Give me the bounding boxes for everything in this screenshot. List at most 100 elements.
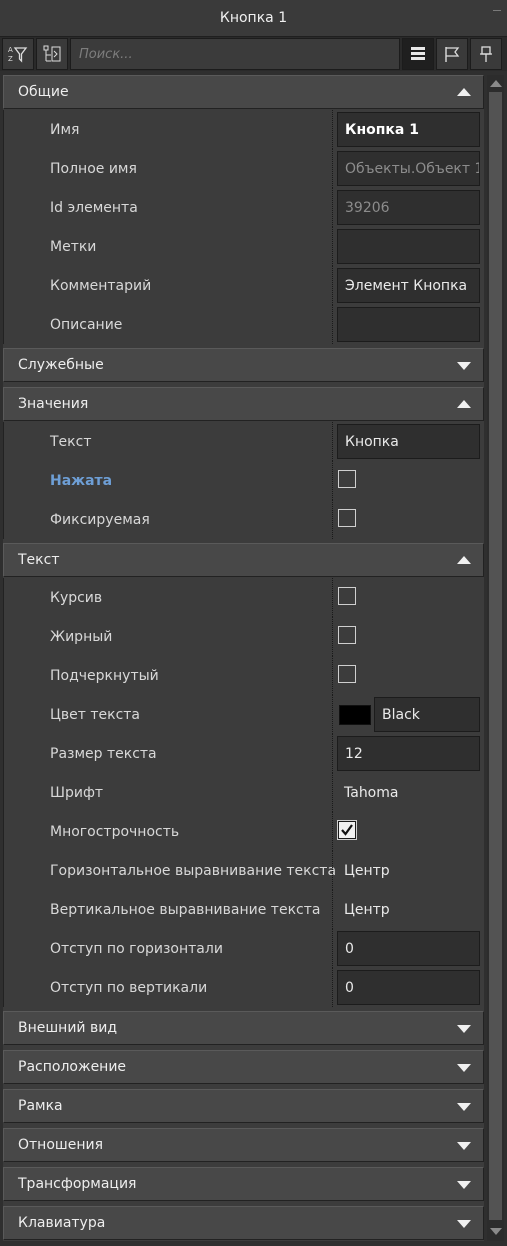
section-values-body: Текст Кнопка Нажата Фиксируемая xyxy=(3,422,484,539)
section-service-header[interactable]: Служебные xyxy=(3,348,484,382)
expand-icon xyxy=(457,1142,471,1150)
section-appearance-header[interactable]: Внешний вид xyxy=(3,1011,484,1045)
scroll-down-icon[interactable] xyxy=(490,1228,502,1235)
section-title: Трансформация xyxy=(18,1176,137,1192)
property-label: Размер текста xyxy=(50,745,157,762)
expand-icon xyxy=(457,1220,471,1228)
pin-icon xyxy=(480,46,492,62)
comment-field[interactable]: Элемент Кнопка xyxy=(337,268,480,303)
section-layout-header[interactable]: Расположение xyxy=(3,1050,484,1084)
valign-value[interactable]: Центр xyxy=(337,892,480,927)
property-row-name: Имя Кнопка 1 xyxy=(4,110,484,149)
collapse-icon xyxy=(457,88,471,96)
halign-value[interactable]: Центр xyxy=(337,853,480,888)
flag-button[interactable] xyxy=(436,38,468,70)
property-row-halign: Горизонтальное выравнивание текста Центр xyxy=(4,851,484,890)
property-row-comment: Комментарий Элемент Кнопка xyxy=(4,266,484,305)
property-label: Подчеркнутый xyxy=(50,667,159,684)
hpad-field[interactable]: 0 xyxy=(337,931,480,966)
property-label: Отступ по вертикали xyxy=(50,979,208,996)
property-row-size: Размер текста 12 xyxy=(4,734,484,773)
sort-filter-button[interactable]: A Z xyxy=(2,38,34,70)
property-row-tags: Метки xyxy=(4,227,484,266)
section-title: Общие xyxy=(18,84,69,100)
section-frame-header[interactable]: Рамка xyxy=(3,1089,484,1123)
property-label: Нажата xyxy=(50,472,113,489)
underline-checkbox[interactable] xyxy=(338,665,356,683)
section-general-body: Имя Кнопка 1 Полное имя Объекты.Объект 1… xyxy=(3,110,484,344)
vpad-field[interactable]: 0 xyxy=(337,970,480,1005)
property-row-text: Текст Кнопка xyxy=(4,422,484,461)
fixed-checkbox[interactable] xyxy=(338,509,356,527)
property-row-vpad: Отступ по вертикали 0 xyxy=(4,968,484,1007)
property-row-bold: Жирный xyxy=(4,617,484,656)
property-label: Имя xyxy=(50,121,80,138)
expand-icon xyxy=(457,1064,471,1072)
property-label: Описание xyxy=(50,316,123,333)
expand-collapse-icon xyxy=(43,45,61,62)
section-title: Значения xyxy=(18,396,89,412)
section-transform-header[interactable]: Трансформация xyxy=(3,1167,484,1201)
collapse-icon xyxy=(457,400,471,408)
multiline-checkbox[interactable] xyxy=(337,820,357,840)
search-input[interactable] xyxy=(70,38,400,70)
property-row-multiline: Многострочность xyxy=(4,812,484,851)
section-title: Клавиатура xyxy=(18,1215,106,1231)
properties-panel: Общие Имя Кнопка 1 Полное имя Объекты.Об… xyxy=(3,75,484,1241)
checkmark-icon xyxy=(341,824,353,836)
scroll-thumb[interactable] xyxy=(489,92,502,1220)
property-row-fixed: Фиксируемая xyxy=(4,500,484,539)
text-field[interactable]: Кнопка xyxy=(337,424,480,459)
color-field[interactable]: Black xyxy=(374,697,480,732)
section-relations-header[interactable]: Отношения xyxy=(3,1128,484,1162)
property-row-italic: Курсив xyxy=(4,578,484,617)
list-view-icon xyxy=(411,47,425,60)
pin-button[interactable] xyxy=(470,38,502,70)
svg-text:A: A xyxy=(8,46,13,54)
fullname-field[interactable]: Объекты.Объект 1. xyxy=(337,151,480,186)
property-label: Многострочность xyxy=(50,823,180,840)
section-general-header[interactable]: Общие xyxy=(3,75,484,109)
list-view-button[interactable] xyxy=(402,38,434,70)
expand-icon xyxy=(457,362,471,370)
size-field[interactable]: 12 xyxy=(337,736,480,771)
description-field[interactable] xyxy=(337,307,480,342)
property-row-color: Цвет текста Black xyxy=(4,695,484,734)
property-row-hpad: Отступ по горизонтали 0 xyxy=(4,929,484,968)
property-label: Метки xyxy=(50,238,97,255)
section-text-body: Курсив Жирный Подчеркнутый Цвет текста B… xyxy=(3,578,484,1007)
italic-checkbox[interactable] xyxy=(338,587,356,605)
id-field[interactable]: 39206 xyxy=(337,190,480,225)
titlebar-grip-icon xyxy=(493,4,501,11)
property-label: Жирный xyxy=(50,628,113,645)
section-values-header[interactable]: Значения xyxy=(3,387,484,421)
property-label: Фиксируемая xyxy=(50,511,150,528)
section-text-header[interactable]: Текст xyxy=(3,543,484,577)
expand-collapse-button[interactable] xyxy=(36,38,68,70)
section-title: Отношения xyxy=(18,1137,103,1153)
name-field[interactable]: Кнопка 1 xyxy=(337,112,480,147)
scroll-up-icon[interactable] xyxy=(490,80,502,87)
property-label: Цвет текста xyxy=(50,706,140,723)
property-label: Отступ по горизонтали xyxy=(50,940,223,957)
bold-checkbox[interactable] xyxy=(338,626,356,644)
property-label: Курсив xyxy=(50,589,103,606)
property-label: Текст xyxy=(50,433,92,450)
expand-icon xyxy=(457,1025,471,1033)
color-swatch[interactable] xyxy=(339,705,371,725)
expand-icon xyxy=(457,1103,471,1111)
expand-icon xyxy=(457,1181,471,1189)
section-title: Текст xyxy=(18,552,60,568)
tags-field[interactable] xyxy=(337,229,480,264)
property-label: Горизонтальное выравнивание текста xyxy=(50,862,337,879)
property-label: Комментарий xyxy=(50,277,152,294)
property-row-pressed: Нажата xyxy=(4,461,484,500)
section-title: Расположение xyxy=(18,1059,127,1075)
section-keyboard-header[interactable]: Клавиатура xyxy=(3,1206,484,1240)
pressed-checkbox[interactable] xyxy=(338,470,356,488)
property-row-id: Id элемента 39206 xyxy=(4,188,484,227)
vertical-scrollbar[interactable] xyxy=(487,75,504,1241)
property-label: Вертикальное выравнивание текста xyxy=(50,901,321,918)
toolbar: A Z xyxy=(0,37,507,71)
font-value[interactable]: Tahoma xyxy=(337,775,480,810)
